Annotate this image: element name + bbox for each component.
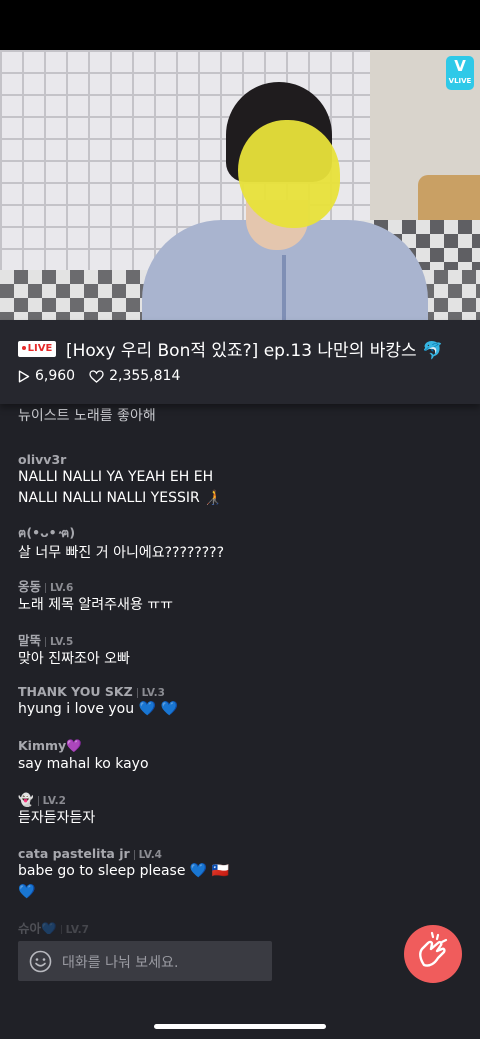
chat-input-placeholder: 대화를 나눠 보세요. <box>62 955 179 971</box>
chat-message-text: 맞아 진짜조아 오빠 <box>18 651 130 667</box>
chat-nickname[interactable]: ฅ(ٛ•ᴗ•ٛ ฅ) <box>18 523 224 543</box>
chat-nickname[interactable]: Kimmy💜 <box>18 738 149 754</box>
chat-message-text: say mahal ko kayo <box>18 756 149 772</box>
chat-message-partial: 뉴이스트 노래를 좋아해 <box>18 404 156 427</box>
user-level-badge: LV.5 <box>50 636 74 648</box>
user-level-badge: LV.7 <box>65 924 89 934</box>
stream-title[interactable]: [Hoxy 우리 Bon적 있죠?] ep.13 나만의 바캉스 🐬 <box>66 336 443 361</box>
video-player[interactable]: V VLIVE <box>0 50 480 320</box>
chat-message-text: 노래 제목 알려주새용 ㅠㅠ <box>18 597 174 613</box>
stream-info-panel: LIVE [Hoxy 우리 Bon적 있죠?] ep.13 나만의 바캉스 🐬 … <box>0 320 480 404</box>
chat-message-text: 살 너무 빠진 거 아니에요???????? <box>18 545 225 561</box>
streamer-zipper <box>282 255 286 320</box>
user-level-badge: LV.2 <box>42 795 66 807</box>
chat-nickname[interactable]: 👻 LV.2 <box>18 792 95 808</box>
stream-stats: 6,960 2,355,814 <box>18 368 180 384</box>
chat-message: ฅ(ٛ•ᴗ•ٛ ฅ) 살 너무 빠진 거 아니에요???????? <box>18 523 224 564</box>
chat-message-text: 💙 <box>18 884 36 900</box>
chat-nickname[interactable]: THANK YOU SKZ LV.3 <box>18 684 178 699</box>
chat-message-text: 뉴이스트 노래를 좋아해 <box>18 408 156 424</box>
chat-message: 👻 LV.2 듣자듣자듣자 <box>18 792 95 829</box>
chat-message: THANK YOU SKZ LV.3 hyung i love you 💙 💙 <box>18 684 178 720</box>
play-icon <box>18 370 30 382</box>
play-count: 6,960 <box>35 368 76 384</box>
chat-nickname[interactable]: olivv3r <box>18 452 222 467</box>
chat-message-text: NALLI NALLI NALLI YESSIR 🧑‍🦯 <box>18 490 222 506</box>
vlive-logo-symbol: V <box>454 57 466 75</box>
vlive-logo-icon: V VLIVE <box>446 56 474 90</box>
status-bar <box>0 0 480 50</box>
chat-message-partial: 슈아💙 LV.7 <box>18 918 89 934</box>
finger-heart-icon <box>419 931 448 967</box>
chat-nickname[interactable]: 옹동 LV.6 <box>18 576 173 595</box>
like-count: 2,355,814 <box>109 368 181 384</box>
chat-input-field[interactable]: 대화를 나눠 보세요. <box>18 941 272 981</box>
user-level-badge: LV.3 <box>141 687 165 699</box>
chat-message: Kimmy💜 say mahal ko kayo <box>18 738 149 775</box>
chat-message: cata pastelita jr LV.4 babe go to sleep p… <box>18 846 229 903</box>
chat-message-text: 듣자듣자듣자 <box>18 810 96 826</box>
user-level-badge: LV.4 <box>138 849 162 861</box>
chat-message-text: NALLI NALLI YA YEAH EH EH <box>18 469 214 485</box>
chat-list[interactable]: 뉴이스트 노래를 좋아해 olivv3r NALLI NALLI YA YEAH… <box>0 404 480 934</box>
chat-message-text: babe go to sleep please 💙 🇨🇱 <box>18 863 230 879</box>
vlive-logo-text: VLIVE <box>448 77 472 85</box>
chat-nickname[interactable]: 말뚝 LV.5 <box>18 630 130 649</box>
chat-nickname[interactable]: cata pastelita jr LV.4 <box>18 846 229 861</box>
send-heart-button[interactable] <box>404 925 462 983</box>
chat-nickname[interactable]: 슈아💙 LV.7 <box>18 918 89 934</box>
chat-message: olivv3r NALLI NALLI YA YEAH EH EH NALLI … <box>18 452 222 509</box>
chat-message-text: hyung i love you 💙 💙 <box>18 701 178 717</box>
user-level-badge: LV.6 <box>50 582 74 594</box>
smile-icon[interactable] <box>29 950 52 973</box>
live-label: LIVE <box>27 343 53 354</box>
live-badge: LIVE <box>18 341 56 357</box>
chat-message: 말뚝 LV.5 맞아 진짜조아 오빠 <box>18 630 130 670</box>
home-indicator[interactable] <box>154 1024 326 1029</box>
chat-message: 옹동 LV.6 노래 제목 알려주새용 ㅠㅠ <box>18 576 173 616</box>
heart-outline-icon <box>89 369 104 383</box>
